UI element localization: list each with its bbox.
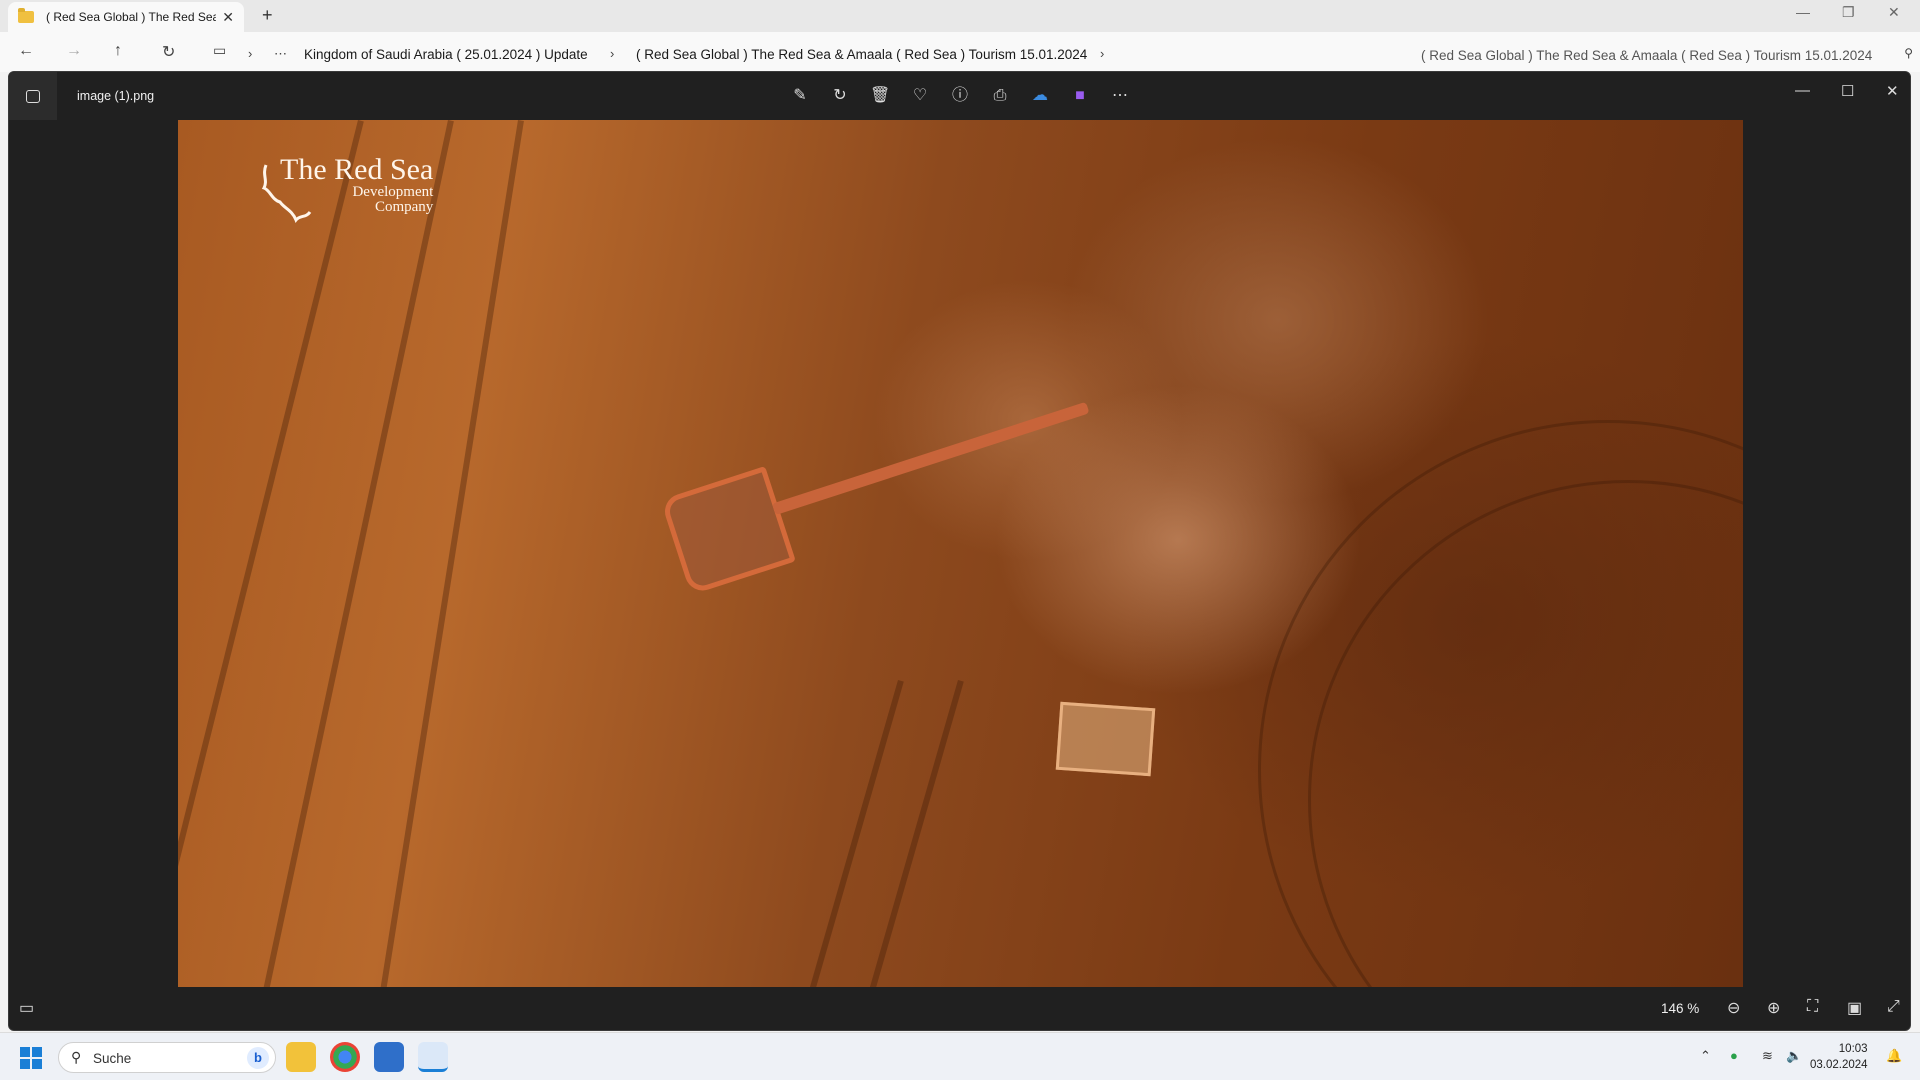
restore-button[interactable]: ❐ [1842, 4, 1855, 21]
start-button[interactable] [20, 1047, 42, 1069]
up-arrow-icon[interactable]: ↑ [114, 42, 122, 60]
more-options-icon[interactable]: ⋯ [1110, 86, 1130, 106]
refresh-icon[interactable]: ↻ [162, 42, 175, 62]
explorer-search-box[interactable]: ( Red Sea Global ) The Red Sea & Amaala … [1405, 36, 1915, 66]
viewer-maximize-button[interactable]: ☐ [1841, 82, 1854, 100]
bing-icon[interactable]: b [247, 1047, 269, 1069]
filmstrip-toggle-icon[interactable]: ▭ [19, 998, 34, 1018]
print-icon[interactable]: ⎙ [990, 86, 1010, 106]
fit-to-window-icon[interactable]: ⛶ [1807, 998, 1818, 1016]
new-tab-button[interactable]: + [262, 5, 273, 26]
excavator-cab [660, 466, 796, 596]
taskbar-clock[interactable]: 10:03 03.02.2024 [1810, 1041, 1868, 1073]
explorer-tab[interactable]: ( Red Sea Global ) The Red Sea ✕ [8, 2, 244, 32]
minimize-button[interactable]: — [1796, 4, 1810, 20]
breadcrumb-item-ksa[interactable]: Kingdom of Saudi Arabia ( 25.01.2024 ) U… [304, 47, 588, 62]
tab-title: ( Red Sea Global ) The Red Sea [46, 10, 217, 24]
sand-ridge [377, 120, 524, 990]
photos-app-icon[interactable] [9, 72, 57, 120]
search-icon: ⚲ [1904, 46, 1913, 60]
back-arrow-icon[interactable]: ← [18, 42, 34, 60]
taskbar-search-placeholder: Suche [93, 1051, 132, 1066]
sand-ridge [178, 120, 364, 990]
this-pc-icon[interactable]: ▭ [213, 42, 226, 59]
zoom-out-icon[interactable]: ⊖ [1727, 998, 1740, 1018]
breadcrumb-item-red-sea[interactable]: ( Red Sea Global ) The Red Sea & Amaala … [636, 47, 1087, 62]
excavator [657, 401, 1090, 623]
chevron-right-icon[interactable]: › [610, 46, 614, 61]
edit-image-icon[interactable]: ✎ [790, 86, 810, 106]
image-stage[interactable]: The Red Sea Development Company [9, 120, 1910, 990]
red-sea-logo-icon [261, 164, 312, 223]
close-button[interactable]: ✕ [1888, 4, 1900, 21]
actual-size-icon[interactable]: ▣ [1847, 998, 1862, 1018]
chevron-right-icon[interactable]: › [248, 46, 252, 61]
viewer-close-button[interactable]: ✕ [1886, 82, 1899, 100]
search-icon: ⚲ [71, 1049, 82, 1065]
show-hidden-icons-icon[interactable]: ⌃ [1700, 1048, 1711, 1064]
tire-track [867, 680, 964, 990]
zoom-level[interactable]: 146 % [1661, 1001, 1699, 1016]
file-explorer-taskbar-icon[interactable] [286, 1042, 316, 1072]
breadcrumb-overflow-button[interactable]: ⋯ [274, 46, 287, 62]
viewer-titlebar: image (1).png ✎ ↻ 🗑 ♡ ⓘ ⎙ ☁ ■ ⋯ — ☐ ✕ [9, 72, 1910, 120]
taskbar: ⚲ Suche b ⌃ ● ≋ 🔈 10:03 03.02.2024 🔔 [0, 1032, 1920, 1080]
folder-icon [18, 8, 34, 23]
taskbar-search[interactable]: ⚲ Suche b [58, 1042, 276, 1073]
store-taskbar-icon[interactable] [374, 1042, 404, 1072]
notification-bell-icon[interactable]: 🔔 [1886, 1048, 1902, 1064]
forward-arrow-icon[interactable]: → [66, 42, 82, 60]
explorer-tab-bar: ( Red Sea Global ) The Red Sea ✕ + — ❐ ✕ [0, 0, 1920, 32]
tire-track [807, 680, 904, 990]
search-text: ( Red Sea Global ) The Red Sea & Amaala … [1421, 48, 1873, 63]
delete-icon[interactable]: 🗑 [870, 86, 890, 106]
clock-date: 03.02.2024 [1810, 1059, 1868, 1071]
viewer-minimize-button[interactable]: — [1795, 82, 1810, 99]
sand-ridge [260, 120, 454, 990]
red-sea-watermark-logo: The Red Sea Development Company [258, 155, 433, 223]
clock-time: 10:03 [1838, 1043, 1868, 1055]
photos-viewer-window: image (1).png ✎ ↻ 🗑 ♡ ⓘ ⎙ ☁ ■ ⋯ — ☐ ✕ Th… [8, 71, 1911, 1031]
volume-icon[interactable]: 🔈 [1786, 1048, 1802, 1064]
fullscreen-icon[interactable]: ⤢ [1887, 998, 1900, 1016]
wifi-icon[interactable]: ≋ [1762, 1048, 1773, 1064]
chrome-taskbar-icon[interactable] [330, 1042, 360, 1072]
excavator-arm [771, 401, 1090, 516]
dump-truck [1055, 701, 1156, 777]
aerial-excavator-photo: The Red Sea Development Company [178, 120, 1743, 990]
rotate-icon[interactable]: ↻ [830, 86, 850, 106]
close-tab-icon[interactable]: ✕ [222, 9, 234, 26]
security-shield-icon[interactable]: ● [1730, 1048, 1738, 1063]
info-icon[interactable]: ⓘ [950, 86, 970, 106]
photos-taskbar-icon[interactable] [418, 1042, 448, 1072]
onedrive-icon[interactable]: ☁ [1030, 86, 1050, 106]
file-name: image (1).png [77, 89, 155, 103]
favorite-heart-icon[interactable]: ♡ [910, 86, 930, 106]
zoom-in-icon[interactable]: ⊕ [1767, 998, 1780, 1018]
chevron-right-icon[interactable]: › [1100, 46, 1104, 61]
viewer-bottom-bar: ▭ 146 % ⊖ ⊕ ⛶ ▣ ⤢ [9, 987, 1910, 1030]
clipchamp-icon[interactable]: ■ [1070, 86, 1090, 106]
